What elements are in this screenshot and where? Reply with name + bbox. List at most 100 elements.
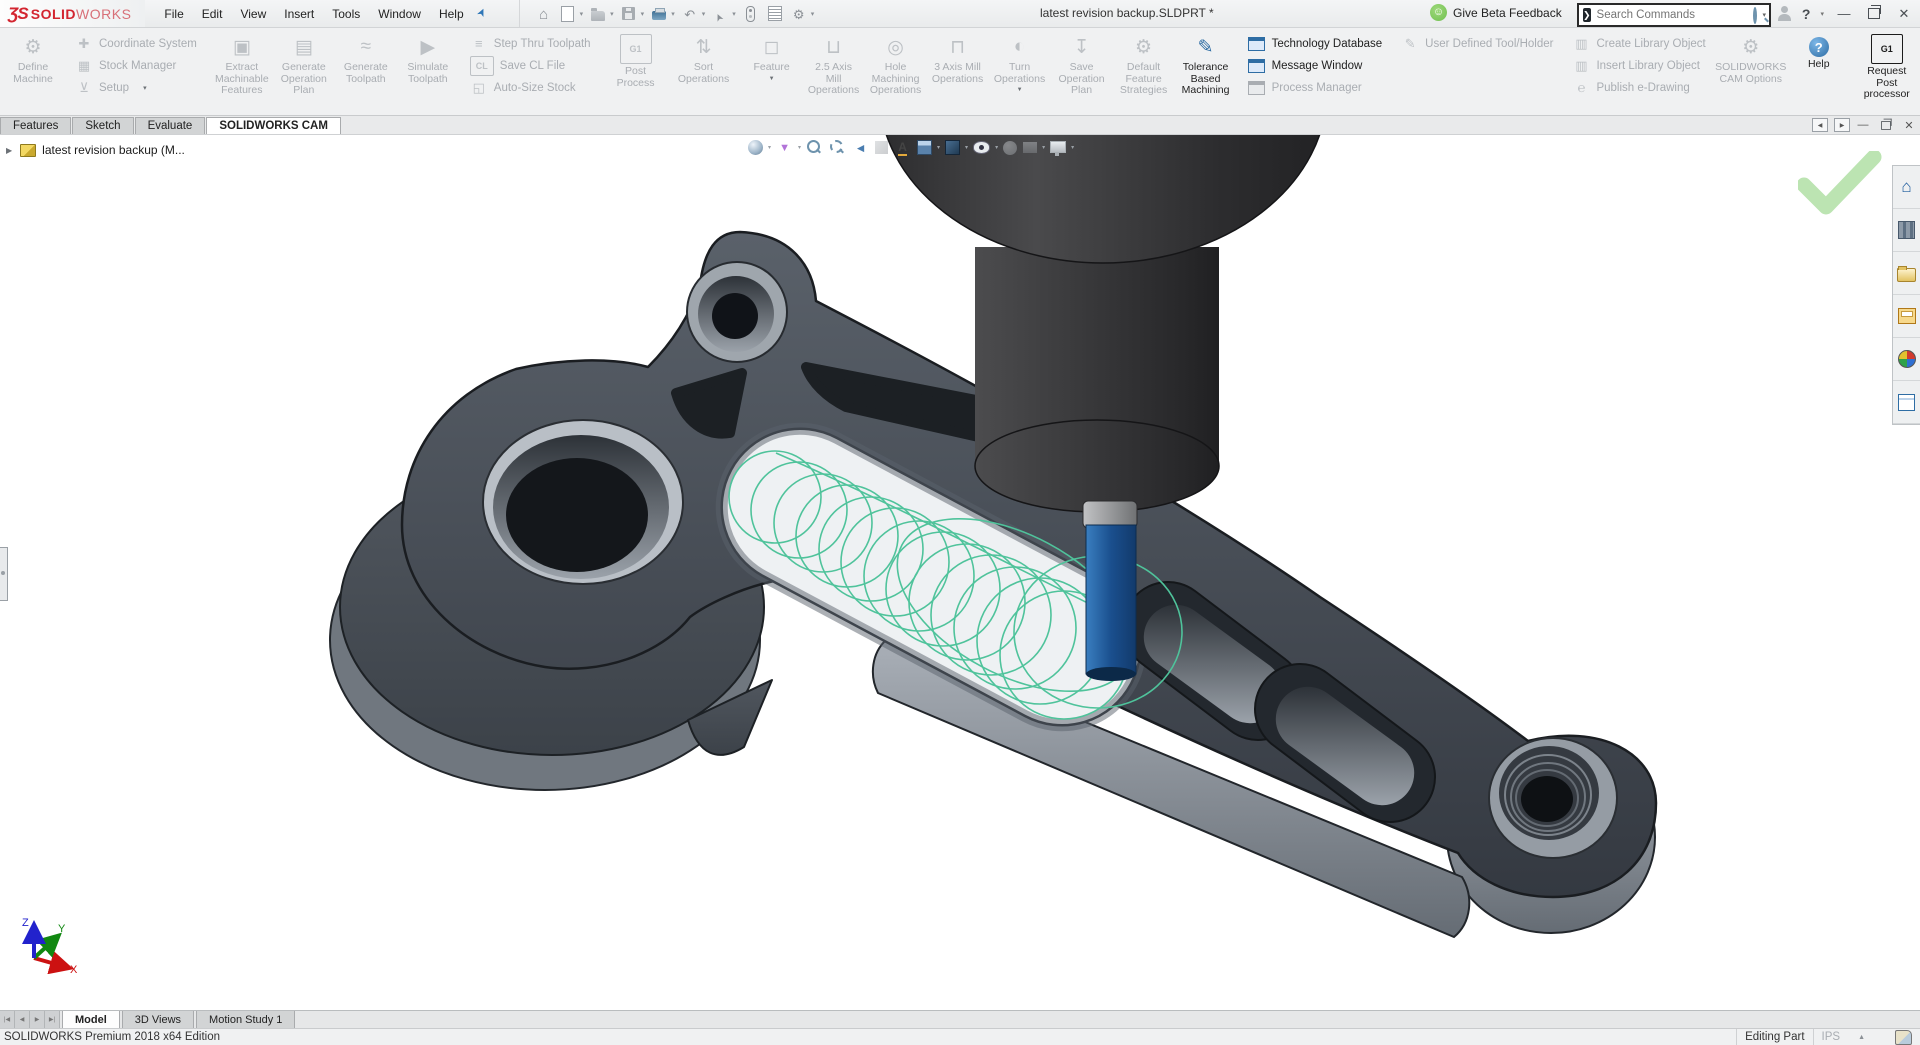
menu-file[interactable]: File bbox=[155, 3, 192, 25]
feature-tree-root[interactable]: ▶ latest revision backup (M... bbox=[6, 143, 185, 157]
restore-button[interactable] bbox=[1868, 8, 1880, 19]
globe-tag-icon[interactable] bbox=[1895, 1030, 1912, 1045]
pin-menu-icon[interactable] bbox=[475, 5, 493, 23]
search-icon[interactable] bbox=[1753, 7, 1757, 24]
model-canvas[interactable] bbox=[0, 135, 1920, 1010]
view-settings-dropdown-icon[interactable]: ▾ bbox=[1071, 144, 1074, 151]
save-button[interactable] bbox=[618, 4, 640, 24]
save-operation-plan-button[interactable]: ↧Save Operation Plan bbox=[1051, 30, 1113, 115]
graphics-viewport[interactable]: ▶ latest revision backup (M... ▾▾▾▾▾▾▾ X… bbox=[0, 135, 1920, 1010]
rebuild-button[interactable] bbox=[740, 4, 762, 24]
tab-solidworks-cam[interactable]: SOLIDWORKS CAM bbox=[206, 117, 341, 134]
3-axis-mill-operations-button[interactable]: ⊓3 Axis Mill Operations bbox=[927, 30, 989, 115]
define-machine-button[interactable]: ⚙Define Machine bbox=[2, 30, 64, 115]
beta-feedback-button[interactable]: ☺ Give Beta Feedback bbox=[1430, 4, 1562, 21]
view-palette-button[interactable] bbox=[1893, 295, 1920, 338]
selection-filter-dropdown-icon[interactable]: ▾ bbox=[798, 144, 801, 151]
hole-machining-operations-button[interactable]: ◎Hole Machining Operations bbox=[865, 30, 927, 115]
search-input[interactable] bbox=[1595, 8, 1753, 22]
options-dropdown-icon[interactable]: ▾ bbox=[811, 10, 815, 18]
print-dropdown-icon[interactable]: ▾ bbox=[671, 10, 675, 18]
options-button[interactable] bbox=[788, 4, 810, 24]
search-commands-box[interactable]: ❯ ▾ bbox=[1577, 3, 1771, 27]
tab-features[interactable]: Features bbox=[0, 117, 71, 134]
2-5-axis-mill-operations-button[interactable]: ⊔2.5 Axis Mill Operations bbox=[803, 30, 865, 115]
tab-evaluate[interactable]: Evaluate bbox=[135, 117, 206, 134]
extract-machinable-features-button[interactable]: ▣Extract Machinable Features bbox=[211, 30, 273, 115]
menu-tools[interactable]: Tools bbox=[323, 3, 369, 25]
auto-size-stock-button[interactable]: ◱Auto-Size Stock bbox=[467, 77, 597, 98]
nav-next-button[interactable]: ▶ bbox=[30, 1011, 45, 1028]
tab-sketch[interactable]: Sketch bbox=[72, 117, 133, 134]
display-style-button[interactable] bbox=[942, 138, 963, 157]
default-feature-strategies-button[interactable]: ⚙Default Feature Strategies bbox=[1113, 30, 1175, 115]
open-button[interactable] bbox=[587, 4, 609, 24]
hide-show-items-button[interactable] bbox=[970, 139, 993, 156]
view-sphere-button[interactable] bbox=[745, 138, 766, 157]
zoom-to-fit-button[interactable] bbox=[803, 137, 826, 158]
technology-database-button[interactable]: Technology Database bbox=[1245, 33, 1389, 54]
save-dropdown-icon[interactable]: ▾ bbox=[641, 10, 645, 18]
nav-last-button[interactable]: ▶| bbox=[45, 1011, 60, 1028]
request-post-processor-button[interactable]: G1Request Post processor bbox=[1856, 30, 1918, 115]
cutting-tool[interactable] bbox=[1086, 525, 1136, 674]
process-manager-button[interactable]: Process Manager bbox=[1245, 77, 1389, 98]
top-boss[interactable] bbox=[687, 262, 787, 362]
tolerance-based-machining-button[interactable]: ✎Tolerance Based Machining bbox=[1175, 30, 1237, 115]
feature-manager-splitter[interactable] bbox=[0, 547, 8, 601]
pane-left-button[interactable]: ◀ bbox=[1812, 118, 1828, 132]
post-process-button[interactable]: G1Post Process bbox=[605, 30, 667, 115]
display-style-dropdown-icon[interactable]: ▾ bbox=[965, 144, 968, 151]
hub-bore[interactable] bbox=[483, 420, 683, 584]
pane-right-button[interactable]: ▶ bbox=[1834, 118, 1850, 132]
help-button[interactable]: ?Help bbox=[1788, 30, 1850, 115]
menu-window[interactable]: Window bbox=[369, 3, 430, 25]
design-library-button[interactable] bbox=[1893, 209, 1920, 252]
save-cl-file-button[interactable]: CLSave CL File bbox=[467, 55, 597, 76]
turn-operations-button[interactable]: ◐Turn Operations▼ bbox=[989, 30, 1051, 115]
doc-close-button[interactable]: ✕ bbox=[1902, 119, 1916, 132]
tab-3d-views[interactable]: 3D Views bbox=[122, 1011, 194, 1028]
undo-dropdown-icon[interactable]: ▾ bbox=[702, 10, 706, 18]
new-dropdown-icon[interactable]: ▾ bbox=[580, 10, 584, 18]
help-menu-button[interactable]: ? bbox=[1802, 6, 1811, 22]
units-selector[interactable]: IPS bbox=[1822, 1031, 1841, 1043]
undo-button[interactable] bbox=[679, 4, 701, 24]
doc-minimize-button[interactable]: — bbox=[1856, 119, 1870, 131]
menu-view[interactable]: View bbox=[231, 3, 275, 25]
appearances-scenes-button[interactable] bbox=[1893, 338, 1920, 381]
custom-properties-button[interactable] bbox=[1893, 381, 1920, 424]
solidworks-cam-options-button[interactable]: ⚙SOLIDWORKS CAM Options bbox=[1720, 30, 1782, 115]
select-button[interactable] bbox=[709, 4, 731, 24]
view-sphere-dropdown-icon[interactable]: ▾ bbox=[768, 144, 771, 151]
create-library-object-button[interactable]: ▥Create Library Object bbox=[1569, 33, 1711, 54]
doc-restore-button[interactable] bbox=[1881, 121, 1891, 130]
threaded-end-boss[interactable] bbox=[1489, 738, 1617, 858]
menu-help[interactable]: Help bbox=[430, 3, 473, 25]
publish-e-drawing-button[interactable]: ℮Publish e-Drawing bbox=[1569, 77, 1711, 98]
user-defined-tool-holder-button[interactable]: ✎User Defined Tool/Holder bbox=[1398, 33, 1559, 54]
message-window-button[interactable]: Message Window bbox=[1245, 55, 1389, 76]
insert-library-object-button[interactable]: ▥Insert Library Object bbox=[1569, 55, 1711, 76]
simulate-toolpath-button[interactable]: ▶Simulate Toolpath bbox=[397, 30, 459, 115]
zoom-to-area-button[interactable] bbox=[826, 137, 849, 158]
annotation-views-button[interactable] bbox=[891, 137, 914, 158]
step-thru-toolpath-button[interactable]: ≡Step Thru Toolpath bbox=[467, 33, 597, 54]
view-settings-button[interactable] bbox=[1047, 141, 1069, 155]
user-account-icon[interactable] bbox=[1777, 6, 1792, 21]
open-dropdown-icon[interactable]: ▾ bbox=[610, 10, 614, 18]
file-explorer-button[interactable] bbox=[1893, 252, 1920, 295]
sort-operations-button[interactable]: ⇅Sort Operations bbox=[673, 30, 735, 115]
tab-model[interactable]: Model bbox=[62, 1011, 120, 1028]
generate-toolpath-button[interactable]: ≈Generate Toolpath bbox=[335, 30, 397, 115]
menu-insert[interactable]: Insert bbox=[275, 3, 323, 25]
minimize-button[interactable]: — bbox=[1834, 6, 1854, 21]
hide-show-items-dropdown-icon[interactable]: ▾ bbox=[995, 144, 998, 151]
tab-motion-study-1[interactable]: Motion Study 1 bbox=[196, 1011, 295, 1028]
stock-manager-button[interactable]: ▦Stock Manager bbox=[72, 55, 203, 76]
menu-edit[interactable]: Edit bbox=[193, 3, 232, 25]
home-button[interactable] bbox=[533, 4, 555, 24]
tree-expand-icon[interactable]: ▶ bbox=[6, 146, 12, 155]
file-properties-button[interactable] bbox=[764, 4, 786, 24]
previous-view-button[interactable] bbox=[849, 137, 872, 158]
